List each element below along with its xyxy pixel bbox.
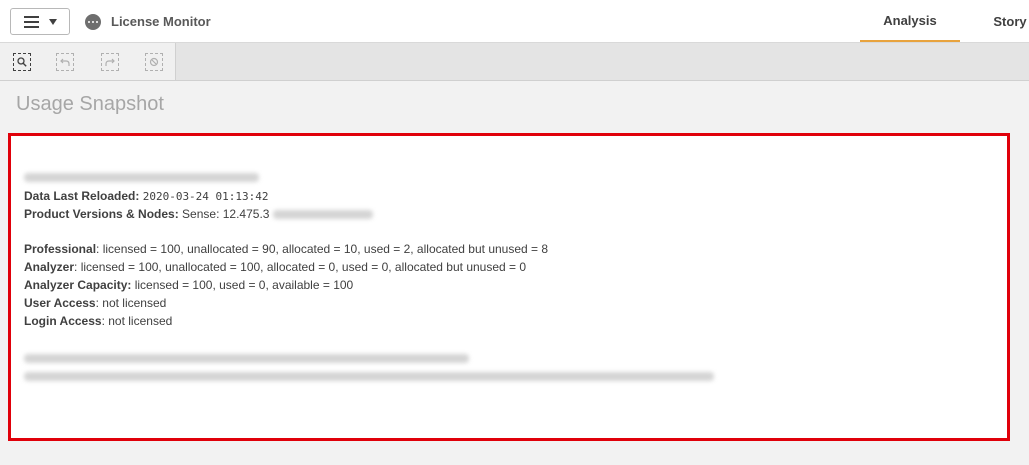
analyzer-label: Analyzer <box>24 260 75 274</box>
login-access-line: Login Access: not licensed <box>24 314 172 328</box>
data-last-reloaded-line: Data Last Reloaded: 2020-03-24 01:13:42 <box>24 189 269 204</box>
redacted-text <box>24 173 259 183</box>
tab-analysis[interactable]: Analysis <box>860 0 960 42</box>
versions-label: Product Versions & Nodes: <box>24 207 179 221</box>
professional-value: : licensed = 100, unallocated = 90, allo… <box>96 242 549 256</box>
tab-story[interactable]: Story <box>985 0 1029 42</box>
step-forward-icon[interactable] <box>101 53 119 71</box>
selection-tool-group <box>0 43 176 80</box>
hamburger-icon <box>23 15 39 28</box>
professional-label: Professional <box>24 242 97 256</box>
redacted-text <box>24 354 469 364</box>
user-access-value: : not licensed <box>95 296 167 310</box>
clear-selections-icon[interactable] <box>145 53 163 71</box>
user-access-label: User Access <box>24 296 96 310</box>
top-bar: License Monitor Analysis Story <box>0 0 1029 43</box>
reload-label: Data Last Reloaded: <box>24 189 140 203</box>
reload-value: 2020-03-24 01:13:42 <box>142 190 269 203</box>
capacity-value: licensed = 100, used = 0, available = 10… <box>134 278 354 292</box>
capacity-label: Analyzer Capacity: <box>24 278 132 292</box>
analyzer-line: Analyzer: licensed = 100, unallocated = … <box>24 260 526 274</box>
analyzer-value: : licensed = 100, unallocated = 100, all… <box>74 260 527 274</box>
usage-snapshot-panel: Data Last Reloaded: 2020-03-24 01:13:42 … <box>8 133 1010 441</box>
product-versions-line: Product Versions & Nodes: Sense: 12.475.… <box>24 207 373 221</box>
step-back-icon[interactable] <box>56 53 74 71</box>
app-title: License Monitor <box>111 14 211 29</box>
login-access-label: Login Access <box>24 314 102 328</box>
blurred-line-1 <box>24 351 469 365</box>
redacted-text <box>272 210 373 220</box>
blurred-license-line <box>24 170 259 184</box>
user-access-line: User Access: not licensed <box>24 296 166 310</box>
versions-value: Sense: 12.475.3 <box>182 207 270 221</box>
professional-line: Professional: licensed = 100, unallocate… <box>24 242 548 256</box>
analyzer-capacity-line: Analyzer Capacity: licensed = 100, used … <box>24 278 353 292</box>
blurred-line-2 <box>24 369 714 383</box>
smart-search-icon[interactable] <box>13 53 31 71</box>
app-more-icon[interactable] <box>85 14 101 30</box>
sheet-title: Usage Snapshot <box>16 93 164 115</box>
login-access-value: : not licensed <box>101 314 173 328</box>
chevron-down-icon <box>48 18 57 25</box>
selection-toolbar <box>0 43 1029 81</box>
redacted-text <box>24 372 714 382</box>
global-menu-button[interactable] <box>10 8 70 35</box>
